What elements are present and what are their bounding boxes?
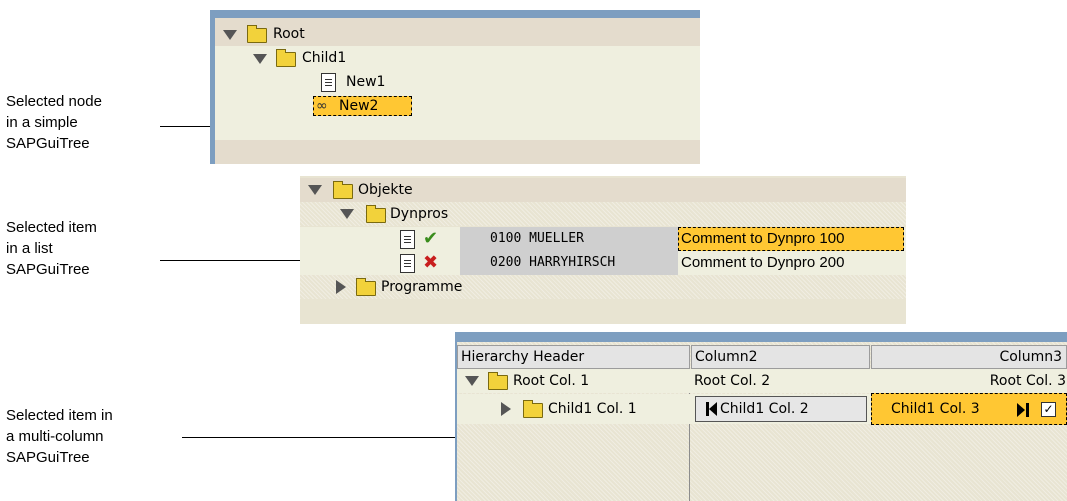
cell-col3: Child1 Col. 3 — [891, 401, 980, 417]
annotation-line: SAPGuiTree — [6, 135, 90, 152]
open-folder-icon — [366, 205, 386, 223]
item-id: 0200 HARRYHIRSCH — [460, 251, 678, 275]
open-folder-icon — [488, 372, 508, 390]
node-label: Objekte — [358, 182, 413, 198]
glasses-icon: ∞ — [316, 98, 328, 114]
title-bar — [210, 10, 700, 18]
column-header-column2[interactable]: Column2 — [691, 345, 870, 369]
item-id: 0100 MUELLER — [460, 227, 678, 251]
annotation-line: Selected node — [6, 93, 102, 110]
open-folder-icon — [276, 49, 296, 67]
checkbox[interactable]: ✓ — [1041, 402, 1056, 417]
document-icon — [400, 230, 415, 249]
expand-triangle-icon[interactable] — [223, 30, 237, 40]
expand-triangle-icon[interactable] — [340, 209, 354, 219]
cell-col1: Root Col. 1 — [513, 373, 590, 389]
last-page-icon — [1017, 403, 1025, 417]
tree-node-programme[interactable]: Programme — [300, 275, 906, 299]
node-label: New2 — [339, 98, 379, 114]
annotation-line: Selected item — [6, 219, 97, 236]
multi-column-tree-panel: Hierarchy Header Column2 Column3 Root Co… — [455, 332, 1067, 501]
tree-row-root[interactable]: Root Col. 1 Root Col. 2 Root Col. 3 — [457, 369, 1067, 393]
folder-icon — [247, 25, 267, 43]
button-label: Child1 Col. 2 — [720, 401, 809, 417]
child-col2-button[interactable]: Child1 Col. 2 — [695, 396, 867, 422]
tree-node-objekte[interactable]: Objekte — [300, 178, 906, 202]
empty-row — [215, 118, 700, 140]
annotation-list-tree: Selected item in a list SAPGuiTree — [6, 217, 97, 280]
annotation-line: Selected item in — [6, 407, 113, 424]
annotation-line: in a simple — [6, 114, 78, 131]
annotation-line: SAPGuiTree — [6, 449, 90, 466]
expand-triangle-icon[interactable] — [465, 376, 479, 386]
node-label: Root — [273, 26, 305, 42]
list-item-row[interactable]: ✖ 0200 HARRYHIRSCH Comment to Dynpro 200 — [300, 251, 906, 275]
column-header-column3[interactable]: Column3 — [871, 345, 1067, 369]
collapsed-triangle-icon[interactable] — [501, 402, 511, 416]
title-bar — [455, 332, 1067, 342]
cross-icon: ✖ — [423, 252, 439, 273]
list-tree-panel: Objekte Dynpros ✔ 0100 MUELLER Comment t… — [300, 176, 906, 324]
annotation-line: in a list — [6, 240, 53, 257]
cell-col1: Child1 Col. 1 — [548, 401, 637, 417]
simple-tree-panel: Root Child1 New1 ∞ New2 — [210, 10, 700, 164]
annotation-simple-tree: Selected node in a simple SAPGuiTree — [6, 91, 102, 154]
collapsed-triangle-icon[interactable] — [336, 280, 346, 294]
node-label: Programme — [381, 279, 463, 295]
expand-triangle-icon[interactable] — [253, 54, 267, 64]
tree-node-new1[interactable]: New1 — [215, 70, 700, 94]
item-comment-selected[interactable]: Comment to Dynpro 100 — [678, 227, 904, 251]
cell-col2: Root Col. 2 — [694, 373, 771, 389]
document-icon — [400, 254, 415, 273]
tree-node-new2[interactable]: ∞ New2 — [215, 94, 700, 118]
tree-row-child1[interactable]: Child1 Col. 1 Child1 Col. 2 Child1 Col. … — [457, 393, 1067, 425]
last-page-icon — [1026, 403, 1029, 417]
check-icon: ✔ — [423, 228, 439, 249]
item-comment: Comment to Dynpro 200 — [681, 254, 845, 271]
node-label: Dynpros — [390, 206, 449, 222]
node-label: Child1 — [302, 50, 347, 66]
tree-node-dynpros[interactable]: Dynpros — [300, 202, 906, 226]
cell-col3: Root Col. 3 — [989, 373, 1066, 389]
document-icon — [321, 73, 336, 92]
annotation-line: SAPGuiTree — [6, 261, 90, 278]
first-page-icon — [709, 402, 717, 416]
list-item-row[interactable]: ✔ 0100 MUELLER Comment to Dynpro 100 — [300, 227, 906, 251]
annotation-line: a multi-column — [6, 428, 104, 445]
folder-icon — [333, 181, 353, 199]
tree-node-child1[interactable]: Child1 — [215, 46, 700, 70]
selected-cell-col3[interactable]: Child1 Col. 3 ✓ — [871, 393, 1067, 425]
tree-node-root[interactable]: Root — [215, 22, 700, 46]
expand-triangle-icon[interactable] — [308, 185, 322, 195]
annotation-multi-column-tree: Selected item in a multi-column SAPGuiTr… — [6, 405, 113, 468]
folder-icon — [356, 278, 376, 296]
node-label: New1 — [346, 74, 386, 90]
column-header-hierarchy[interactable]: Hierarchy Header — [457, 345, 690, 369]
folder-icon — [523, 400, 543, 418]
